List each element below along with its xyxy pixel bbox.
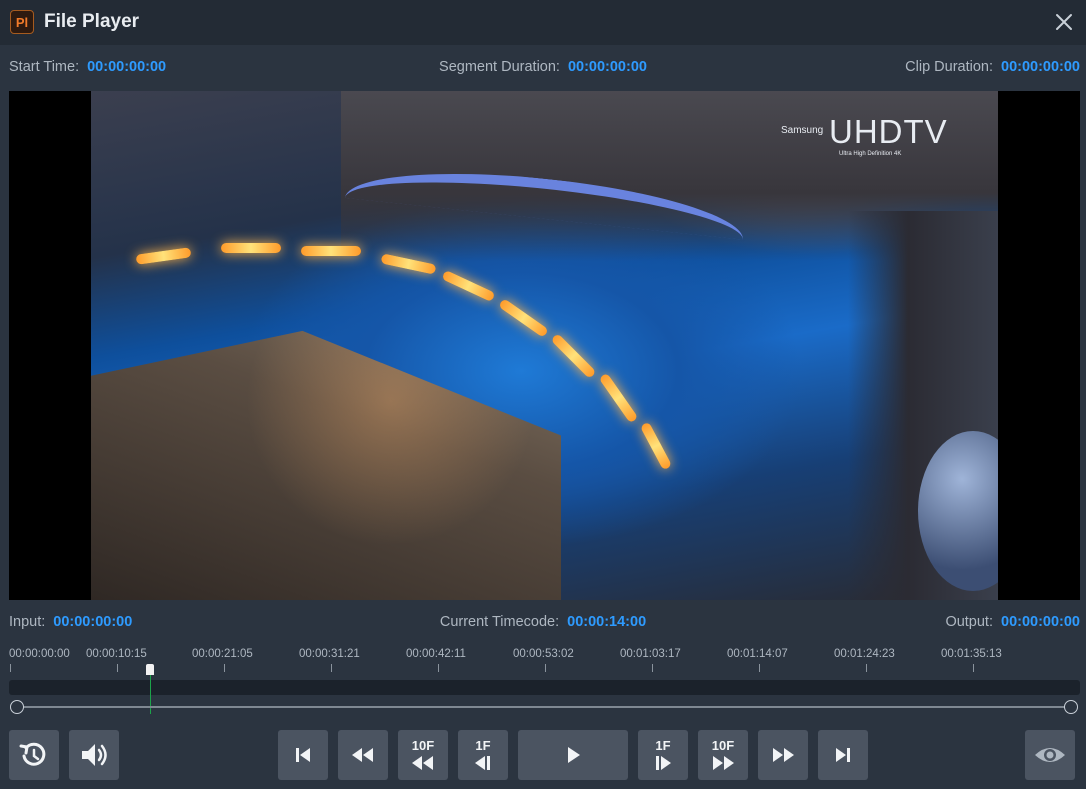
tick-label: 00:00:31:21 <box>299 648 360 660</box>
tick-mark <box>117 664 118 672</box>
scene-fountain <box>441 269 496 303</box>
rewind-icon <box>352 748 373 762</box>
double-forward-icon <box>713 755 734 770</box>
frame-forward-icon <box>656 755 671 770</box>
scene-fountain <box>135 247 192 265</box>
close-icon <box>1056 14 1072 30</box>
tick-label: 00:00:00:00 <box>9 648 70 660</box>
timeline[interactable]: 00:00:00:00 00:00:10:15 00:00:21:05 00:0… <box>0 640 1086 716</box>
rewind-button[interactable] <box>338 730 388 780</box>
step-forward-1-caption: 1F <box>655 737 671 753</box>
tick-label: 00:00:10:15 <box>86 648 147 660</box>
segment-duration-value: 00:00:00:00 <box>567 59 647 75</box>
replay-icon <box>19 742 46 766</box>
step-forward-10-frames-button[interactable]: 10F <box>698 730 748 780</box>
current-timecode-label: Current Timecode: <box>439 614 560 630</box>
volume-button[interactable] <box>69 730 119 780</box>
step-back-10-caption: 10F <box>411 737 435 753</box>
tick-mark <box>973 664 974 672</box>
scene-fountain <box>301 246 361 256</box>
tick-label: 00:01:24:23 <box>834 648 895 660</box>
go-to-start-button[interactable] <box>278 730 328 780</box>
tick-label: 00:01:35:13 <box>941 648 1002 660</box>
tick-mark <box>652 664 653 672</box>
step-back-1-caption: 1F <box>475 737 491 753</box>
video-viewport[interactable]: Samsung UHDTV Ultra High Definition 4K <box>9 91 1080 600</box>
tick-mark <box>759 664 760 672</box>
step-forward-1-frame-button[interactable]: 1F <box>638 730 688 780</box>
tick-mark <box>866 664 867 672</box>
skip-to-start-icon <box>296 748 310 762</box>
speaker-icon <box>82 744 107 766</box>
clip-info-row: Start Time: 00:00:00:00 Segment Duration:… <box>0 59 1086 83</box>
double-back-icon <box>412 755 433 770</box>
tick-mark <box>438 664 439 672</box>
tick-mark <box>545 664 546 672</box>
current-timecode: Current Timecode: 00:00:14:00 <box>0 614 1086 630</box>
video-frame: Samsung UHDTV Ultra High Definition 4K <box>91 91 998 600</box>
segment-duration-label: Segment Duration: <box>439 59 560 75</box>
watermark-small-text: Samsung <box>781 125 824 136</box>
output-timecode: Output: 00:00:00:00 <box>945 614 1080 630</box>
loop-button[interactable] <box>9 730 59 780</box>
app-icon: Pl <box>10 10 34 34</box>
scene-fountain <box>550 333 597 379</box>
title-bar: Pl File Player <box>0 0 1086 45</box>
tick-mark <box>224 664 225 672</box>
current-timecode-value: 00:00:14:00 <box>567 614 647 630</box>
clip-duration: Clip Duration: 00:00:00:00 <box>905 59 1080 75</box>
clip-duration-label: Clip Duration: <box>905 59 993 75</box>
output-value: 00:00:00:00 <box>1001 614 1080 630</box>
watermark-sub-text: Ultra High Definition 4K <box>839 151 902 157</box>
tick-label: 00:00:42:11 <box>406 648 466 660</box>
eye-icon <box>1035 748 1065 762</box>
window-title: File Player <box>44 11 140 32</box>
frame-back-icon <box>475 755 490 770</box>
step-back-10-frames-button[interactable]: 10F <box>398 730 448 780</box>
scene-fountain <box>639 421 673 471</box>
scene-buildings <box>91 330 561 600</box>
tick-label: 00:01:14:07 <box>727 648 788 660</box>
fast-forward-icon <box>773 748 794 762</box>
scene-fountain <box>598 372 639 424</box>
playhead-handle[interactable] <box>146 664 154 675</box>
tick-label: 00:01:03:17 <box>620 648 681 660</box>
preview-toggle-button[interactable] <box>1025 730 1075 780</box>
in-out-range[interactable] <box>10 700 1078 714</box>
timecode-info-row: Input: 00:00:00:00 Current Timecode: 00:00… <box>0 614 1086 638</box>
tick-label: 00:00:21:05 <box>192 648 253 660</box>
range-line <box>17 706 1071 708</box>
go-to-end-button[interactable] <box>818 730 868 780</box>
tick-mark <box>331 664 332 672</box>
step-back-1-frame-button[interactable]: 1F <box>458 730 508 780</box>
watermark-big-text: UHDTV <box>829 113 948 150</box>
out-point-handle[interactable] <box>1064 700 1078 714</box>
scene-fountain <box>498 298 549 338</box>
clip-duration-value: 00:00:00:00 <box>1001 59 1080 75</box>
in-point-handle[interactable] <box>10 700 24 714</box>
play-icon <box>568 747 580 763</box>
skip-to-end-icon <box>836 748 850 762</box>
output-label: Output: <box>945 614 993 630</box>
close-button[interactable] <box>1052 10 1076 34</box>
fast-forward-button[interactable] <box>758 730 808 780</box>
play-button[interactable] <box>518 730 628 780</box>
step-forward-10-caption: 10F <box>711 737 735 753</box>
tick-mark <box>10 664 11 672</box>
scene-fountain <box>221 243 281 253</box>
timeline-track[interactable] <box>9 680 1080 695</box>
tick-label: 00:00:53:02 <box>513 648 574 660</box>
